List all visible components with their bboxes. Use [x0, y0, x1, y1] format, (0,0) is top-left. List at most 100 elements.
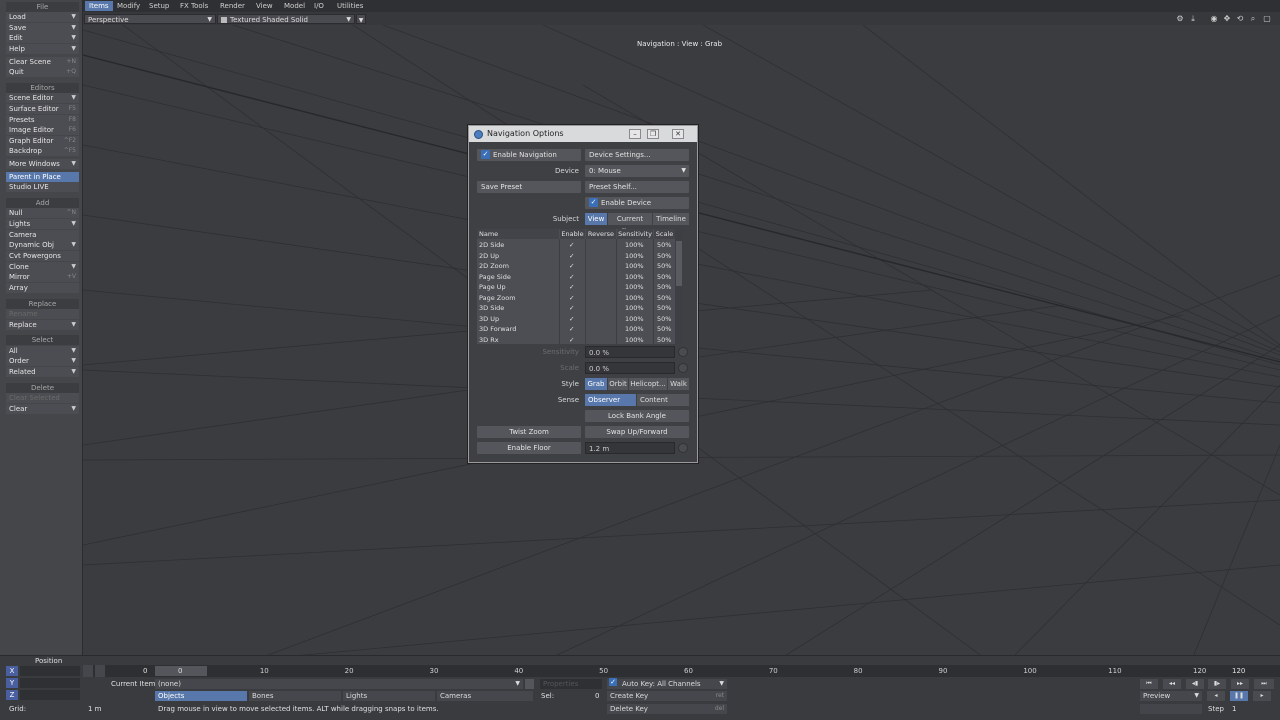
- enable-device-checkbox[interactable]: ✓ Enable Device: [585, 197, 689, 209]
- end-frame[interactable]: 120: [1232, 667, 1245, 675]
- save-preset-button[interactable]: Save Preset: [477, 181, 581, 193]
- enable-navigation-checkbox[interactable]: ✓ Enable Navigation: [477, 149, 581, 161]
- rename-button[interactable]: Rename: [6, 309, 79, 319]
- envelope-icon[interactable]: [678, 347, 688, 357]
- tab-model[interactable]: Model: [280, 1, 309, 11]
- cvt-powergons-button[interactable]: Cvt Powergons: [6, 251, 79, 261]
- table-row[interactable]: 3D Side ✓ 100% 50%: [477, 303, 675, 314]
- quit-button[interactable]: Quit +Q: [6, 67, 79, 77]
- cell-enable[interactable]: ✓: [569, 272, 574, 283]
- x-field[interactable]: [20, 666, 80, 676]
- cell-enable[interactable]: ✓: [569, 303, 574, 314]
- dialog-titlebar[interactable]: Navigation Options – ❐ ✕: [469, 126, 697, 142]
- sensitivity-field[interactable]: 0.0 %: [585, 346, 675, 358]
- prev-key-icon[interactable]: ◂◂: [1163, 679, 1181, 689]
- cell-enable[interactable]: ✓: [569, 251, 574, 262]
- table-row[interactable]: 2D Up ✓ 100% 50%: [477, 251, 675, 262]
- graph-editor-button[interactable]: Graph Editor ^F2: [6, 136, 79, 146]
- tab-render[interactable]: Render: [216, 1, 249, 11]
- backdrop-button[interactable]: Backdrop ^F5: [6, 146, 79, 156]
- related-button[interactable]: Related ▼: [6, 367, 79, 377]
- move-icon[interactable]: ✥: [1222, 14, 1232, 24]
- null-button[interactable]: Null ^N: [6, 208, 79, 218]
- dynamic-obj-button[interactable]: Dynamic Obj ▼: [6, 240, 79, 250]
- auto-key-dropdown[interactable]: ✓ Auto Key: All Channels ▼: [607, 678, 727, 689]
- twist-zoom-button[interactable]: Twist Zoom: [477, 426, 581, 438]
- y-axis-toggle[interactable]: Y: [6, 678, 18, 688]
- minimize-icon[interactable]: –: [629, 129, 641, 139]
- col-scale[interactable]: Scale: [654, 229, 675, 239]
- start-frame[interactable]: 0: [143, 667, 147, 675]
- col-reverse[interactable]: Reverse: [586, 229, 616, 239]
- close-icon[interactable]: ✕: [672, 129, 684, 139]
- envelope-icon[interactable]: [678, 363, 688, 373]
- lights-button[interactable]: Lights ▼: [6, 219, 79, 229]
- viewport-options-button[interactable]: ▼: [356, 14, 366, 24]
- mirror-button[interactable]: Mirror +V: [6, 272, 79, 282]
- edit-button[interactable]: Edit ▼: [6, 33, 79, 43]
- step-value[interactable]: 1: [1232, 705, 1236, 713]
- tab-items[interactable]: Items: [85, 1, 113, 11]
- current-item-dropdown[interactable]: (none) ▼: [155, 679, 523, 689]
- lock-bank-angle-button[interactable]: Lock Bank Angle: [585, 410, 689, 422]
- tab-view[interactable]: View: [252, 1, 277, 11]
- camera-view-icon[interactable]: ◉: [1209, 14, 1219, 24]
- subject-timeline-option[interactable]: Timeline: [653, 213, 689, 225]
- step-back-icon[interactable]: ◂▮: [1186, 679, 1204, 689]
- cell-enable[interactable]: ✓: [569, 261, 574, 272]
- device-dropdown[interactable]: 0: Mouse ▼: [585, 165, 689, 177]
- table-row[interactable]: 2D Zoom ✓ 100% 50%: [477, 261, 675, 272]
- preset-shelf-button[interactable]: Preset Shelf...: [585, 181, 689, 193]
- play-forward-icon[interactable]: ▸: [1253, 691, 1271, 701]
- clear-selected-button[interactable]: Clear Selected: [6, 393, 79, 403]
- zoom-icon[interactable]: ⌕: [1248, 14, 1258, 24]
- table-row[interactable]: Page Zoom ✓ 100% 50%: [477, 293, 675, 304]
- table-row[interactable]: 3D Up ✓ 100% 50%: [477, 314, 675, 325]
- rotate-icon[interactable]: ⟲: [1235, 14, 1245, 24]
- gear-icon[interactable]: ⚙: [1175, 14, 1185, 24]
- scene-editor-button[interactable]: Scene Editor ▼: [6, 93, 79, 103]
- style-helicopter-option[interactable]: Helicopt...: [629, 378, 667, 390]
- presets-button[interactable]: Presets F8: [6, 115, 79, 125]
- timeline-left-button[interactable]: [83, 665, 93, 677]
- tab-io[interactable]: I/O: [310, 1, 328, 11]
- style-walk-option[interactable]: Walk: [668, 378, 689, 390]
- load-button[interactable]: Load ▼: [6, 12, 79, 22]
- table-scrollbar[interactable]: [675, 229, 683, 344]
- timeline-left-button-2[interactable]: [95, 665, 105, 677]
- tab-fx-tools[interactable]: FX Tools: [176, 1, 212, 11]
- scale-field[interactable]: 0.0 %: [585, 362, 675, 374]
- subject-view-option[interactable]: View: [585, 213, 607, 225]
- preview-dropdown[interactable]: Preview ▼: [1140, 691, 1202, 701]
- lights-tab[interactable]: Lights: [343, 691, 435, 701]
- parent-in-place-button[interactable]: Parent in Place: [6, 172, 79, 182]
- x-axis-toggle[interactable]: X: [6, 666, 18, 676]
- style-grab-option[interactable]: Grab: [585, 378, 607, 390]
- more-windows-button[interactable]: More Windows ▼: [6, 159, 79, 169]
- delete-key-button[interactable]: Delete Key del: [607, 704, 727, 714]
- style-orbit-option[interactable]: Orbit: [608, 378, 628, 390]
- save-button[interactable]: Save ▼: [6, 23, 79, 33]
- clone-button[interactable]: Clone ▼: [6, 262, 79, 272]
- subject-current-item-option[interactable]: Current Item: [608, 213, 652, 235]
- go-to-start-icon[interactable]: ⏮: [1140, 679, 1158, 689]
- create-key-button[interactable]: Create Key ret: [607, 691, 727, 701]
- bones-tab[interactable]: Bones: [249, 691, 341, 701]
- table-row[interactable]: 3D Forward ✓ 100% 50%: [477, 324, 675, 335]
- swap-up-forward-button[interactable]: Swap Up/Forward: [585, 426, 689, 438]
- col-enable[interactable]: Enable: [560, 229, 585, 239]
- select-all-button[interactable]: All ▼: [6, 346, 79, 356]
- step-forward-icon[interactable]: ▮▸: [1208, 679, 1226, 689]
- col-name[interactable]: Name: [477, 229, 559, 239]
- maximize-icon[interactable]: ▢: [1262, 14, 1272, 24]
- col-sensitivity[interactable]: Sensitivity: [617, 229, 653, 239]
- view-mode-dropdown[interactable]: Perspective ▼: [84, 14, 216, 24]
- table-row[interactable]: 2D Side ✓ 100% 50%: [477, 240, 675, 251]
- shading-dropdown[interactable]: Textured Shaded Solid ▼: [217, 14, 355, 24]
- camera-button[interactable]: Camera: [6, 230, 79, 240]
- envelope-icon[interactable]: [678, 443, 688, 453]
- cameras-tab[interactable]: Cameras: [437, 691, 533, 701]
- navigation-channels-table[interactable]: Name Enable Reverse Sensitivity Scale 2D…: [477, 229, 683, 344]
- image-editor-button[interactable]: Image Editor F6: [6, 125, 79, 135]
- play-backward-icon[interactable]: ◂: [1207, 691, 1225, 701]
